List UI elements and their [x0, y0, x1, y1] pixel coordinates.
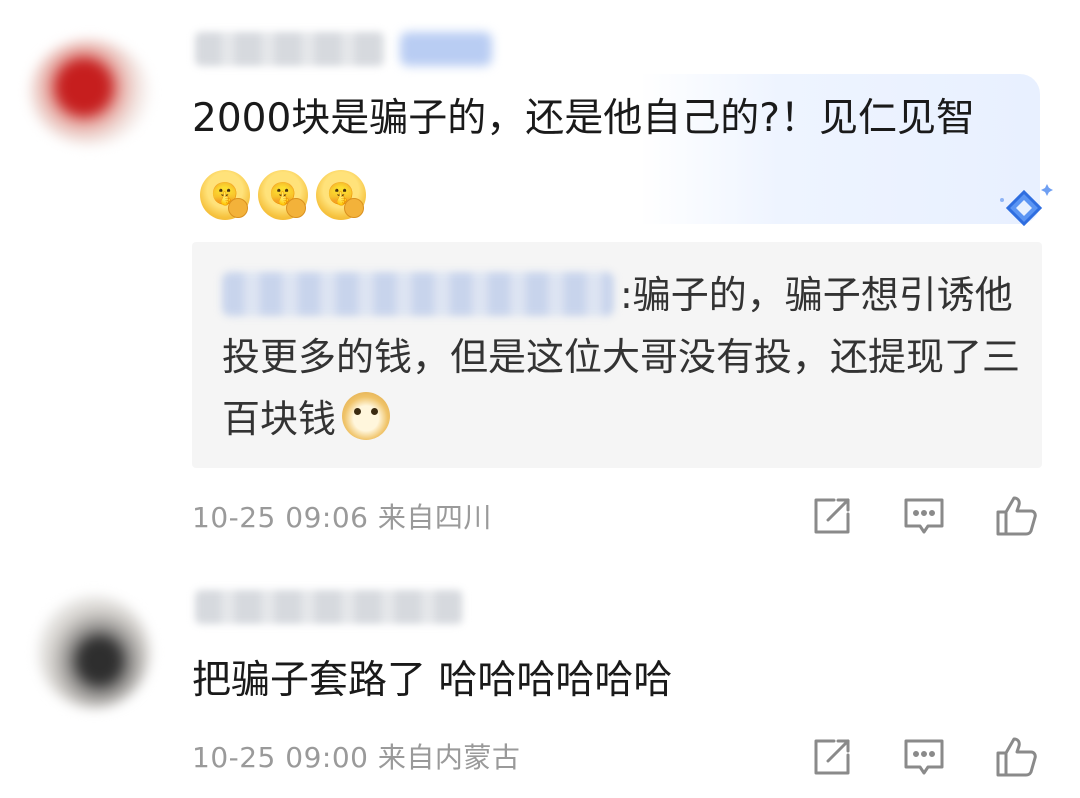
comment-text-content: 2000块是骗子的，还是他自己的?！见仁见智 [192, 96, 975, 141]
thumbs-up-icon[interactable] [992, 492, 1040, 540]
comment-icon[interactable] [900, 733, 948, 781]
user-badge [400, 32, 492, 66]
shush-emoji: 🤫 [258, 170, 308, 220]
share-icon[interactable] [808, 492, 856, 540]
comment-icon[interactable] [900, 492, 948, 540]
comment-item: 把骗子套路了 哈哈哈哈哈哈 10-25 09:00 来自内蒙古 [0, 560, 1080, 798]
comment-text: 2000块是骗子的，还是他自己的?！见仁见智🤫 🤫 🤫 [192, 88, 1022, 220]
timestamp: 10-25 09:06 [192, 501, 369, 534]
comment-text: 把骗子套路了 哈哈哈哈哈哈 [192, 658, 673, 703]
reply-text: :骗子的，骗子想引诱他投更多的钱，但是这位大哥没有投，还提现了三百块钱 [222, 264, 1022, 450]
comment-item: 2000块是骗子的，还是他自己的?！见仁见智🤫 🤫 🤫 :骗子的，骗子想引诱他投更多… [0, 0, 1080, 560]
share-icon[interactable] [808, 733, 856, 781]
quoted-reply[interactable]: :骗子的，骗子想引诱他投更多的钱，但是这位大哥没有投，还提现了三百块钱 [192, 242, 1042, 468]
comment-meta: 10-25 09:06 来自四川 [192, 496, 492, 536]
shush-emoji: 🤫 [200, 170, 250, 220]
comment-meta: 10-25 09:00 来自内蒙古 [192, 736, 520, 776]
thumbs-up-icon[interactable] [992, 733, 1040, 781]
username[interactable] [195, 32, 385, 66]
username[interactable] [195, 590, 463, 624]
avatar[interactable] [30, 40, 150, 145]
location: 来自内蒙古 [377, 741, 521, 774]
timestamp: 10-25 09:00 [192, 741, 369, 774]
location: 来自四川 [377, 501, 492, 534]
shush-emoji: 🤫 [316, 170, 366, 220]
doge-emoji [342, 392, 391, 440]
avatar[interactable] [38, 596, 150, 708]
